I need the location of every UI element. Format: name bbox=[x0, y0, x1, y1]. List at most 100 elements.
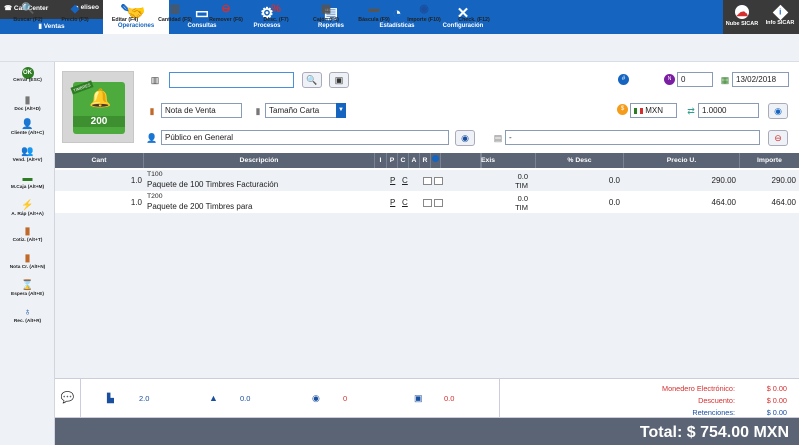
importe-button[interactable]: ◉ Importe (F10) bbox=[396, 2, 452, 23]
client-field[interactable] bbox=[161, 130, 449, 145]
pencil-icon: ✎ bbox=[120, 3, 130, 15]
col-dummy bbox=[390, 153, 391, 168]
cash-box-icon: ▬ bbox=[22, 173, 33, 184]
check-button[interactable]: ✓ Check. (F12) bbox=[446, 2, 502, 23]
info-sicar-button[interactable]: i Info SICAR bbox=[761, 0, 799, 26]
col-a[interactable]: A bbox=[409, 153, 420, 168]
row-checkbox-r[interactable] bbox=[434, 177, 443, 185]
col-exis[interactable]: Exis bbox=[441, 153, 536, 168]
search-button[interactable]: 🔍 bbox=[302, 72, 322, 88]
currency-field[interactable]: MXN bbox=[630, 103, 677, 118]
col-pdesc[interactable]: % Desc bbox=[536, 153, 624, 168]
date-field[interactable] bbox=[732, 72, 789, 87]
doc-number-field[interactable] bbox=[677, 72, 713, 87]
exchange-rate-field[interactable] bbox=[698, 103, 759, 118]
document-icon: ▮ bbox=[24, 95, 31, 106]
editar-button[interactable]: ✎ Editar (F4) bbox=[97, 2, 153, 23]
toolbar bbox=[0, 34, 799, 62]
bell-icon: 🔔 bbox=[89, 88, 112, 108]
col-info[interactable] bbox=[431, 153, 441, 168]
notes-field[interactable] bbox=[505, 130, 760, 145]
right-panel: ☁ Nube SICAR i Info SICAR bbox=[723, 0, 799, 34]
row-precio: 290.00 bbox=[711, 176, 736, 185]
cantidad-button[interactable]: ▥ Cantidad (F5) bbox=[147, 2, 203, 23]
nube-sicar-button[interactable]: ☁ Nube SICAR bbox=[723, 0, 761, 27]
bascula-button[interactable]: ▬ Báscula (F9) bbox=[346, 2, 402, 23]
search-input[interactable] bbox=[169, 72, 294, 88]
col-descripcion[interactable]: Descripción bbox=[144, 153, 375, 168]
sidebar-item-mcaja[interactable]: ▬ M.Caja (Alt+M) bbox=[0, 173, 55, 190]
sidebar-item-recibo[interactable]: ♁ Rec. (Alt+R) bbox=[0, 307, 55, 324]
client-search-button[interactable]: ◉ bbox=[455, 130, 475, 146]
row-checkbox-r[interactable] bbox=[434, 199, 443, 207]
table-row[interactable]: 1.0 T100 Paquete de 100 Timbres Facturac… bbox=[55, 170, 799, 191]
monedero-label: Monedero Electrónico: bbox=[661, 384, 735, 393]
info-icon: i bbox=[772, 4, 788, 21]
col-c[interactable]: C bbox=[398, 153, 409, 168]
table-row[interactable]: 1.0 T200 Paquete de 200 Timbres para P C… bbox=[55, 192, 799, 213]
col-precio[interactable]: Precio U. bbox=[624, 153, 740, 168]
sidebar-item-cotizacion[interactable]: ▮ Cotiz. (Alt+T) bbox=[0, 226, 55, 243]
row-c[interactable]: C bbox=[402, 192, 411, 213]
col-i[interactable]: I bbox=[375, 153, 387, 168]
sidebar-item-notacredito[interactable]: ▮ Nota Cr. (Alt+N) bbox=[0, 253, 55, 270]
table-empty-area[interactable] bbox=[55, 213, 799, 378]
chevron-down-icon[interactable]: ▼ bbox=[336, 103, 346, 118]
row-checkbox-a[interactable] bbox=[423, 199, 432, 207]
scale-icon: ▬ bbox=[368, 3, 380, 15]
sidebar-item-cliente[interactable]: 👤 Cliente (Alt+C) bbox=[0, 119, 55, 136]
weight-icon: ▲ bbox=[209, 393, 218, 403]
exchange-icon: ⇄ bbox=[687, 106, 695, 116]
remover-button[interactable]: ⊖ Remover (F6) bbox=[198, 2, 254, 23]
row-p[interactable]: P bbox=[390, 192, 399, 213]
row-cant: 1.0 bbox=[130, 176, 142, 185]
table-header: Cant Descripción I P C A R Exis % Desc P… bbox=[55, 153, 799, 168]
row-importe: 290.00 bbox=[771, 176, 796, 185]
row-exis: 0.0 bbox=[517, 172, 528, 181]
row-description: Paquete de 200 Timbres para bbox=[147, 202, 253, 211]
sidebar-item-cerrar[interactable]: OK Cerrar (ESC) bbox=[0, 66, 55, 83]
print-size-select[interactable]: Tamaño Carta bbox=[265, 103, 337, 118]
descuento-label: Descuento: bbox=[698, 396, 735, 405]
sidebar-item-espera[interactable]: ⌛ Espera (Alt+E) bbox=[0, 280, 55, 297]
remove-icon: ⊖ bbox=[221, 3, 231, 15]
retenciones-label: Retenciones: bbox=[692, 408, 735, 417]
points-icon: ◉ bbox=[312, 393, 320, 403]
clear-button[interactable]: ⊖ bbox=[768, 130, 788, 146]
descuento-button[interactable]: % Desc. (F7) bbox=[248, 2, 304, 23]
info-icon bbox=[432, 155, 439, 162]
refresh-rate-button[interactable]: ◉ bbox=[768, 103, 788, 119]
save-icon: ▣ bbox=[334, 75, 344, 85]
sidebar-item-doc[interactable]: ▮ Doc (Alt+D) bbox=[0, 95, 55, 112]
sidebar-item-arapido[interactable]: ⚡ A. Ráp (Alt+A) bbox=[0, 200, 55, 217]
receipt-icon: ♁ bbox=[23, 307, 32, 318]
row-c[interactable]: C bbox=[402, 170, 411, 191]
client-icon: 👤 bbox=[21, 119, 34, 130]
precio-button[interactable]: ◆ Precio (F3) bbox=[47, 2, 103, 23]
chat-icon[interactable]: 💬 bbox=[55, 379, 81, 417]
barcode-icon: ▥ bbox=[150, 75, 160, 85]
client-icon: 👤 bbox=[146, 133, 158, 143]
footer-divider bbox=[499, 379, 500, 417]
col-r[interactable]: R bbox=[420, 153, 431, 168]
currency-icon: $ bbox=[617, 104, 628, 115]
col-p[interactable]: P bbox=[387, 153, 398, 168]
row-cant: 1.0 bbox=[130, 198, 142, 207]
cloud-icon: ☁ bbox=[735, 5, 749, 19]
row-description: Paquete de 100 Timbres Facturación bbox=[147, 180, 279, 189]
retenciones-value: $ 0.00 bbox=[766, 408, 787, 417]
row-p[interactable]: P bbox=[390, 170, 399, 191]
row-code: T200 bbox=[147, 193, 163, 200]
col-cant[interactable]: Cant bbox=[55, 153, 144, 168]
descuento-value: $ 0.00 bbox=[766, 396, 787, 405]
points-value: 0 bbox=[343, 394, 348, 403]
sidebar-item-vendedor[interactable]: 👥 Vend. (Alt+V) bbox=[0, 146, 55, 163]
row-checkbox-a[interactable] bbox=[423, 177, 432, 185]
wallet-value: 0.0 bbox=[444, 394, 455, 403]
total-bar: Total: $ 754.00 MXN bbox=[55, 418, 799, 445]
col-importe[interactable]: Importe bbox=[740, 153, 799, 168]
doc-type-select[interactable]: Nota de Venta bbox=[161, 103, 242, 118]
product-image: TIMBRES 🔔 200 bbox=[62, 71, 134, 143]
save-button[interactable]: ▣ bbox=[329, 72, 349, 88]
store-icon: ▮ bbox=[38, 23, 42, 30]
